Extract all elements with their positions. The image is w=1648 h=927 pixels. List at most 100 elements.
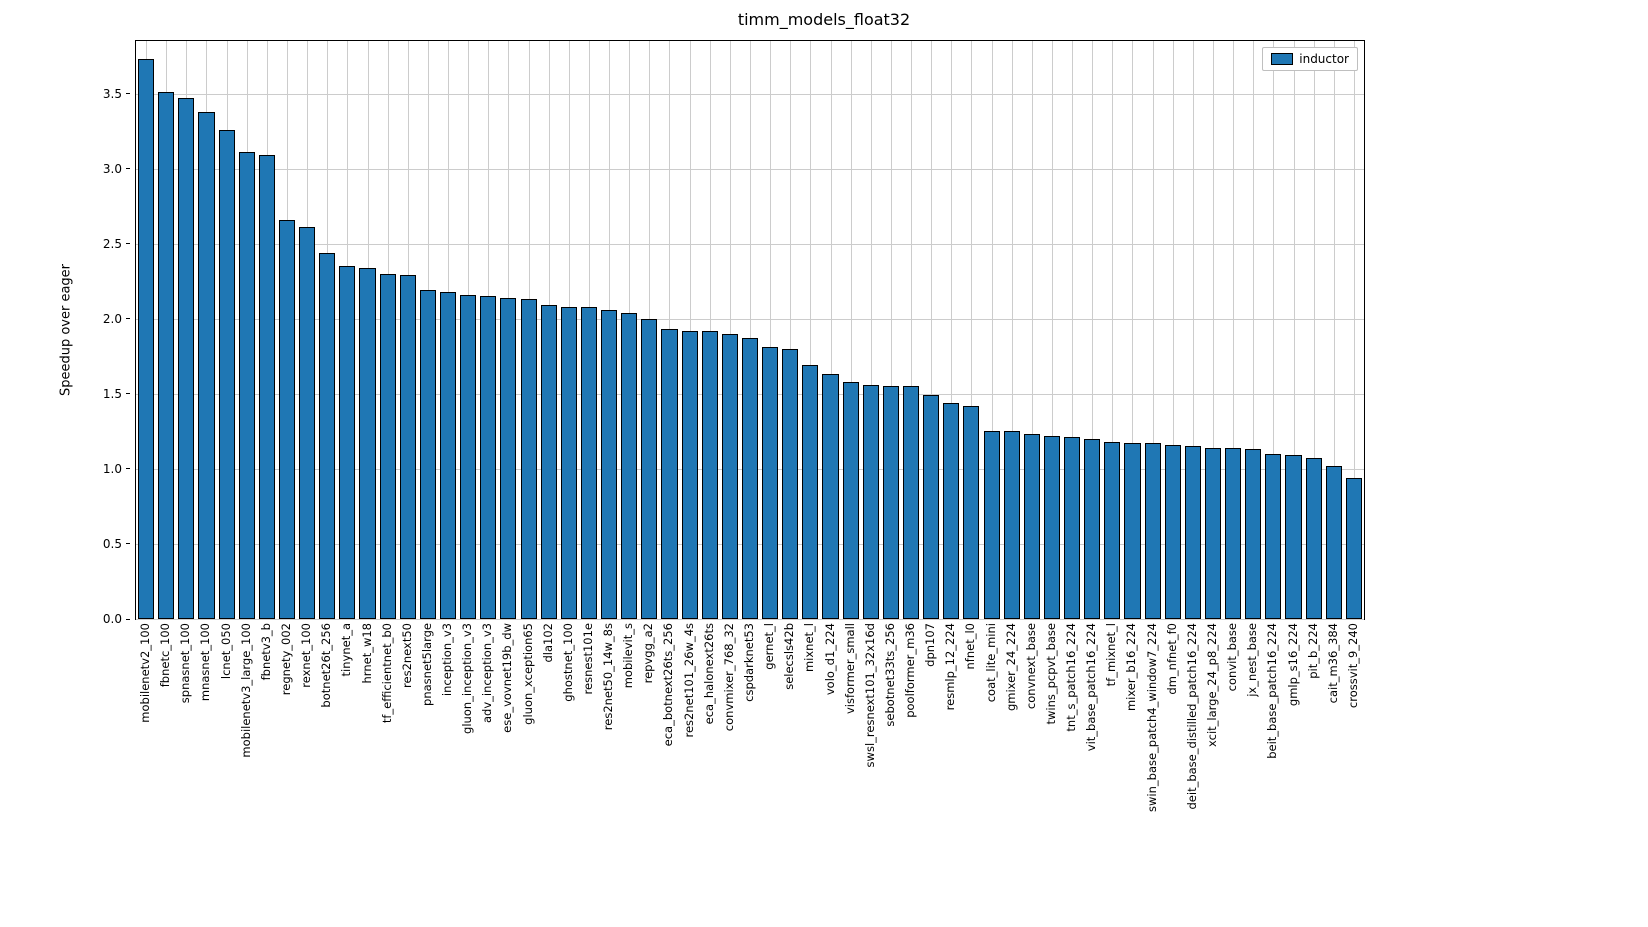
bar bbox=[500, 298, 516, 619]
bar bbox=[380, 274, 396, 619]
bar bbox=[943, 403, 959, 619]
bar bbox=[259, 155, 275, 619]
x-tick-label: dla102 bbox=[541, 619, 555, 663]
bar bbox=[581, 307, 597, 619]
bar bbox=[400, 275, 416, 619]
x-tick-label: lcnet_050 bbox=[219, 619, 233, 679]
y-tick-label: 1.0 bbox=[103, 462, 136, 476]
y-tick-label: 0.0 bbox=[103, 612, 136, 626]
x-tick-label: rexnet_100 bbox=[299, 619, 313, 688]
x-tick-label: dpn107 bbox=[923, 619, 937, 667]
bar bbox=[742, 338, 758, 619]
bar bbox=[963, 406, 979, 619]
bar bbox=[762, 347, 778, 619]
bar bbox=[722, 334, 738, 619]
x-tick-label: mnasnet_100 bbox=[198, 619, 212, 701]
x-tick-label: botnet26t_256 bbox=[319, 619, 333, 708]
x-tick-label: convnext_base bbox=[1024, 619, 1038, 709]
x-tick-label: resmlp_12_224 bbox=[943, 619, 957, 710]
x-tick-label: sebotnet33ts_256 bbox=[883, 619, 897, 727]
x-tick-label: volo_d1_224 bbox=[823, 619, 837, 695]
y-tick-label: 3.0 bbox=[103, 162, 136, 176]
x-tick-label: gluon_inception_v3 bbox=[460, 619, 474, 734]
bar bbox=[339, 266, 355, 619]
x-tick-label: twins_pcpvt_base bbox=[1044, 619, 1058, 725]
x-tick-label: vit_base_patch16_224 bbox=[1084, 619, 1098, 751]
x-tick-label: adv_inception_v3 bbox=[480, 619, 494, 723]
x-tick-label: gmlp_s16_224 bbox=[1286, 619, 1300, 706]
x-tick-label: fbnetc_100 bbox=[158, 619, 172, 687]
bar bbox=[1145, 443, 1161, 619]
x-tick-label: beit_base_patch16_224 bbox=[1265, 619, 1279, 759]
legend-label: inductor bbox=[1299, 52, 1349, 66]
y-tick-label: 2.5 bbox=[103, 237, 136, 251]
bar bbox=[863, 385, 879, 619]
chart-figure: timm_models_float32 Speedup over eager i… bbox=[0, 0, 1648, 927]
y-tick-label: 1.5 bbox=[103, 387, 136, 401]
bar bbox=[1084, 439, 1100, 619]
bar bbox=[561, 307, 577, 619]
x-tick-label: res2net50_14w_8s bbox=[601, 619, 615, 730]
bar bbox=[420, 290, 436, 619]
bar bbox=[1064, 437, 1080, 619]
bar bbox=[1346, 478, 1362, 619]
x-tick-label: jx_nest_base bbox=[1245, 619, 1259, 697]
bar bbox=[923, 395, 939, 619]
bar bbox=[661, 329, 677, 619]
bar bbox=[822, 374, 838, 619]
bar bbox=[641, 319, 657, 619]
x-tick-label: mobilenetv2_100 bbox=[138, 619, 152, 723]
x-tick-label: tinynet_a bbox=[339, 619, 353, 676]
bar bbox=[984, 431, 1000, 619]
bar bbox=[178, 98, 194, 619]
x-tick-label: deit_base_distilled_patch16_224 bbox=[1185, 619, 1199, 810]
bar bbox=[1285, 455, 1301, 619]
x-tick-label: res2next50 bbox=[400, 619, 414, 688]
bar bbox=[480, 296, 496, 619]
x-tick-label: mixnet_l bbox=[802, 619, 816, 672]
bar bbox=[541, 305, 557, 619]
x-tick-label: cait_m36_384 bbox=[1326, 619, 1340, 703]
x-tick-label: visformer_small bbox=[843, 619, 857, 714]
x-tick-label: spnasnet_100 bbox=[178, 619, 192, 703]
x-tick-label: fbnetv3_b bbox=[259, 619, 273, 680]
bar bbox=[1326, 466, 1342, 619]
x-tick-label: res2net101_26w_4s bbox=[682, 619, 696, 738]
x-tick-label: coat_lite_mini bbox=[984, 619, 998, 702]
bar bbox=[883, 386, 899, 619]
bar bbox=[239, 152, 255, 619]
bar bbox=[903, 386, 919, 619]
bar bbox=[219, 130, 235, 619]
bar bbox=[521, 299, 537, 619]
x-tick-label: mobilenetv3_large_100 bbox=[239, 619, 253, 758]
x-tick-label: tnt_s_patch16_224 bbox=[1064, 619, 1078, 732]
x-tick-label: convit_base bbox=[1225, 619, 1239, 691]
bar bbox=[299, 227, 315, 619]
bar bbox=[1124, 443, 1140, 619]
bar bbox=[1104, 442, 1120, 619]
y-axis-label: Speedup over eager bbox=[59, 264, 74, 396]
x-tick-label: tf_mixnet_l bbox=[1104, 619, 1118, 686]
x-tick-label: eca_halonext26ts bbox=[702, 619, 716, 724]
bar bbox=[782, 349, 798, 619]
x-tick-label: ese_vovnet19b_dw bbox=[500, 619, 514, 733]
x-tick-label: hrnet_w18 bbox=[360, 619, 374, 683]
x-tick-label: mixer_b16_224 bbox=[1124, 619, 1138, 711]
x-tick-label: selecsls42b bbox=[782, 619, 796, 690]
plot-area: Speedup over eager inductor 0.00.51.01.5… bbox=[135, 40, 1365, 620]
bar bbox=[601, 310, 617, 619]
legend: inductor bbox=[1262, 47, 1358, 71]
bar bbox=[621, 313, 637, 619]
x-tick-label: swsl_resnext101_32x16d bbox=[863, 619, 877, 767]
legend-swatch bbox=[1271, 53, 1293, 65]
x-tick-label: regnety_002 bbox=[279, 619, 293, 695]
x-tick-label: poolformer_m36 bbox=[903, 619, 917, 718]
bar bbox=[1165, 445, 1181, 619]
bar bbox=[440, 292, 456, 619]
bar bbox=[1024, 434, 1040, 619]
x-tick-label: mobilevit_s bbox=[621, 619, 635, 688]
y-tick-label: 3.5 bbox=[103, 87, 136, 101]
bar bbox=[279, 220, 295, 619]
x-tick-label: crossvit_9_240 bbox=[1346, 619, 1360, 708]
bar bbox=[1306, 458, 1322, 619]
